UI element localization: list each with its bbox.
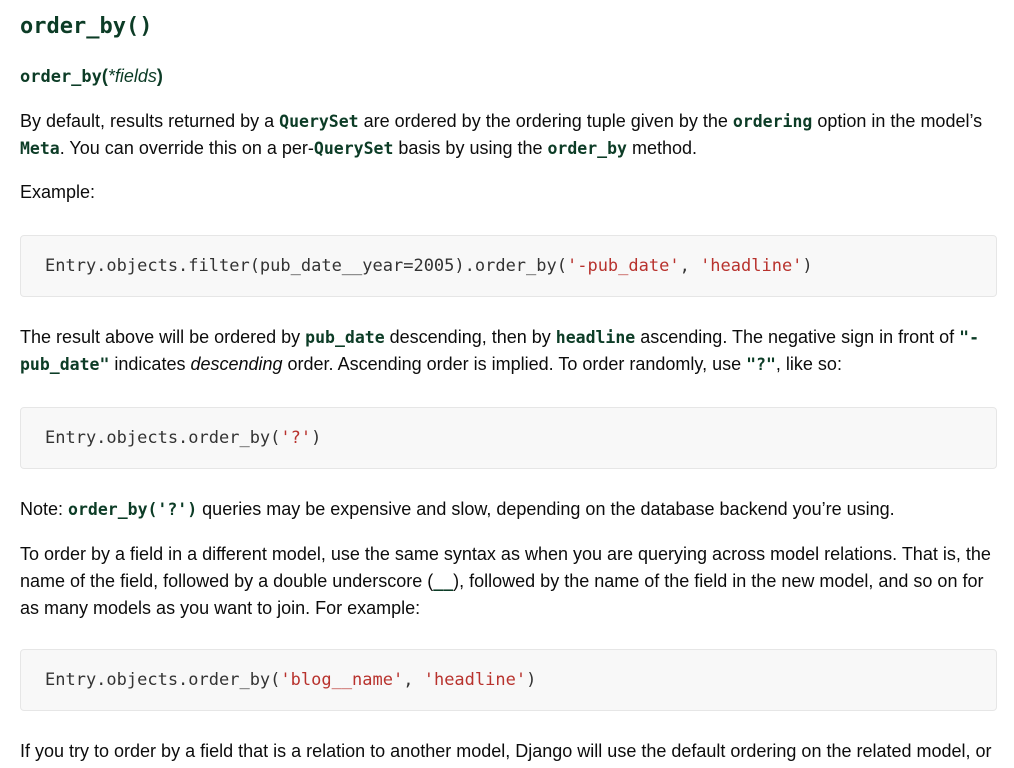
intro-paragraph: By default, results returned by a QueryS… <box>20 108 1000 162</box>
code-token: Entry.objects.order_by( <box>45 670 281 690</box>
code-token: ) <box>311 428 322 448</box>
signature-name: order_by <box>20 67 102 87</box>
code-block-related-example[interactable]: Entry.objects.order_by('blog__name', 'he… <box>20 649 997 711</box>
inline-code-order-by-random: order_by('?') <box>68 500 198 519</box>
code-block-random-example[interactable]: Entry.objects.order_by('?') <box>20 407 997 469</box>
code-token: , <box>679 256 701 276</box>
doc-page: order_by() order_by(*fields) By default,… <box>0 0 1014 768</box>
text-span: Note: <box>20 499 69 519</box>
text-span: are ordered by the ordering tuple given … <box>358 111 733 131</box>
code-string: 'blog__name' <box>280 670 404 690</box>
code-string: 'headline' <box>700 256 803 276</box>
text-span: ascending. The negative sign in front of <box>635 327 960 347</box>
code-text[interactable]: Entry.objects.order_by('blog__name', 'he… <box>45 670 536 690</box>
code-token: Entry.objects.filter(pub_date__year=2005… <box>45 256 567 276</box>
inline-code-pub-date: pub_date <box>305 328 385 347</box>
code-text[interactable]: Entry.objects.filter(pub_date__year=2005… <box>45 256 813 276</box>
inline-code-headline: headline <box>555 328 636 347</box>
emphasis-descending: descending <box>190 354 283 374</box>
code-string: '?' <box>280 428 312 448</box>
code-token: , <box>403 670 424 690</box>
example-label: Example: <box>20 182 96 202</box>
text-span: indicates <box>109 354 191 374</box>
text-span: option in the model’s <box>812 111 983 131</box>
code-token: ) <box>802 256 813 276</box>
related-model-paragraph: To order by a field in a different model… <box>20 541 1000 622</box>
inline-code-queryset: QuerySet <box>313 139 394 158</box>
code-string: '-pub_date' <box>566 256 680 276</box>
inline-code-question: "?" <box>746 355 776 374</box>
text-span: By default, results returned by a <box>20 111 280 131</box>
inline-code-ordering: ordering <box>732 112 813 131</box>
inline-code-meta: Meta <box>20 139 60 158</box>
method-signature: order_by(*fields) <box>20 62 1000 91</box>
text-span: order. Ascending order is implied. To or… <box>282 354 747 374</box>
text-span: basis by using the <box>393 138 548 158</box>
note-paragraph: Note: order_by('?') queries may be expen… <box>20 496 1000 523</box>
ordering-explanation: The result above will be ordered by pub_… <box>20 324 1000 378</box>
text-span: descending, then by <box>384 327 556 347</box>
text-span: The result above will be ordered by <box>20 327 306 347</box>
inline-code-double-underscore: __ <box>433 572 454 591</box>
text-span: . You can override this on a per- <box>59 138 314 158</box>
inline-code-order-by: order_by <box>547 139 627 158</box>
signature-close-paren: ) <box>156 66 163 86</box>
inline-code-queryset: QuerySet <box>279 112 359 131</box>
text-span: , like so: <box>775 354 842 374</box>
code-token: Entry.objects.order_by( <box>45 428 281 448</box>
page-title: order_by() <box>20 14 153 39</box>
code-token: ) <box>526 670 537 690</box>
code-block-filter-example[interactable]: Entry.objects.filter(pub_date__year=2005… <box>20 235 997 297</box>
text-span: queries may be expensive and slow, depen… <box>197 499 895 519</box>
code-string: 'headline' <box>423 670 527 690</box>
code-text[interactable]: Entry.objects.order_by('?') <box>45 428 321 448</box>
signature-args: *fields <box>107 66 157 86</box>
relation-ordering-paragraph: If you try to order by a field that is a… <box>20 741 992 761</box>
text-span: method. <box>626 138 698 158</box>
